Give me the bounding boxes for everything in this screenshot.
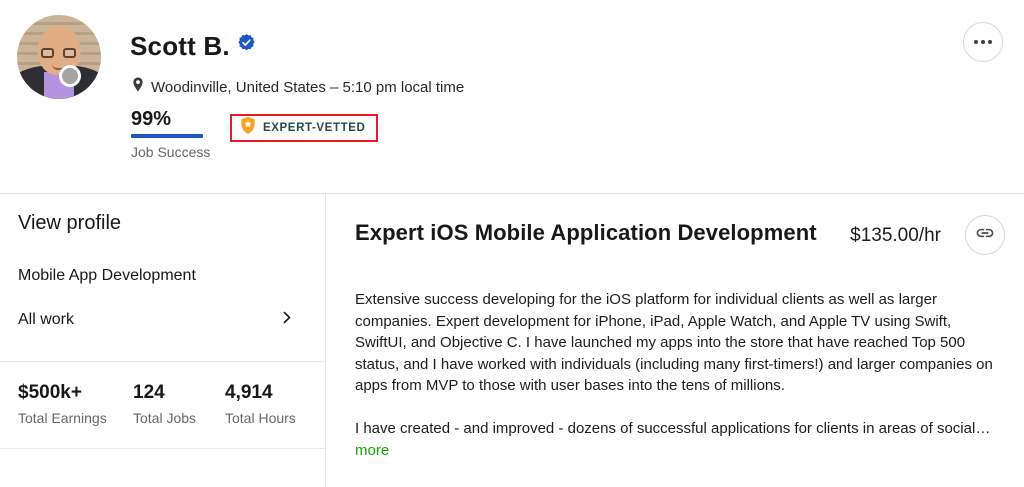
job-success-value: 99% bbox=[131, 108, 210, 131]
overview-paragraph: Extensive success developing for the iOS… bbox=[355, 289, 995, 397]
stat-total-jobs: 124 Total Jobs bbox=[133, 382, 225, 426]
more-options-button[interactable] bbox=[963, 22, 1003, 62]
stat-label: Total Hours bbox=[225, 410, 296, 426]
sidebar-section-divider bbox=[0, 448, 325, 449]
sidebar-divider bbox=[325, 194, 326, 487]
specialization-panel: Expert iOS Mobile Application Developmen… bbox=[355, 194, 1005, 461]
stat-value: 4,914 bbox=[225, 382, 296, 404]
location-pin-icon bbox=[131, 76, 145, 98]
ellipsis-icon bbox=[974, 40, 992, 44]
expert-vetted-label: EXPERT-VETTED bbox=[263, 122, 365, 134]
overview-paragraph: I have created - and improved - dozens o… bbox=[355, 418, 995, 440]
stats-row: $500k+ Total Earnings 124 Total Jobs 4,9… bbox=[18, 382, 296, 426]
avatar bbox=[17, 15, 101, 99]
sidebar-item-mobile-app-development[interactable]: Mobile App Development bbox=[18, 267, 196, 285]
sidebar-item-label: All work bbox=[18, 311, 74, 329]
stat-total-hours: 4,914 Total Hours bbox=[225, 382, 296, 426]
job-success-label: Job Success bbox=[131, 144, 210, 160]
specialization-title: Expert iOS Mobile Application Developmen… bbox=[355, 220, 850, 246]
more-link[interactable]: more bbox=[355, 440, 389, 461]
title-row: Expert iOS Mobile Application Developmen… bbox=[355, 220, 1005, 260]
avatar-glasses bbox=[63, 48, 76, 58]
stat-total-earnings: $500k+ Total Earnings bbox=[18, 382, 133, 426]
stat-value: $500k+ bbox=[18, 382, 133, 404]
freelancer-name: Scott B. bbox=[130, 31, 230, 62]
link-icon bbox=[975, 223, 995, 248]
profile-page: Scott B. Woodinville, United States – 5:… bbox=[0, 0, 1024, 487]
sidebar-item-label: Mobile App Development bbox=[18, 267, 196, 284]
stat-label: Total Jobs bbox=[133, 410, 225, 426]
view-profile-heading: View profile bbox=[18, 212, 121, 235]
copy-link-button[interactable] bbox=[965, 215, 1005, 255]
job-success-bar bbox=[131, 134, 203, 138]
location-text: Woodinville, United States – 5:10 pm loc… bbox=[151, 79, 464, 96]
profile-overview: Extensive success developing for the iOS… bbox=[355, 289, 995, 439]
avatar-glasses bbox=[41, 48, 54, 58]
stat-label: Total Earnings bbox=[18, 410, 133, 426]
chevron-right-icon bbox=[278, 309, 295, 331]
shield-star-icon bbox=[240, 116, 256, 140]
sidebar-section-divider bbox=[0, 361, 325, 362]
expert-vetted-badge: EXPERT-VETTED bbox=[230, 114, 378, 142]
hourly-rate: $135.00/hr bbox=[850, 225, 941, 247]
presence-status-dot bbox=[59, 65, 81, 87]
job-success-block: 99% Job Success bbox=[131, 108, 210, 160]
stat-value: 124 bbox=[133, 382, 225, 404]
profile-sidebar: View profile Mobile App Development All … bbox=[0, 194, 325, 487]
verified-check-icon bbox=[238, 34, 255, 56]
name-row: Scott B. bbox=[130, 31, 255, 62]
location-row: Woodinville, United States – 5:10 pm loc… bbox=[131, 76, 464, 98]
sidebar-item-all-work[interactable]: All work bbox=[18, 309, 295, 331]
